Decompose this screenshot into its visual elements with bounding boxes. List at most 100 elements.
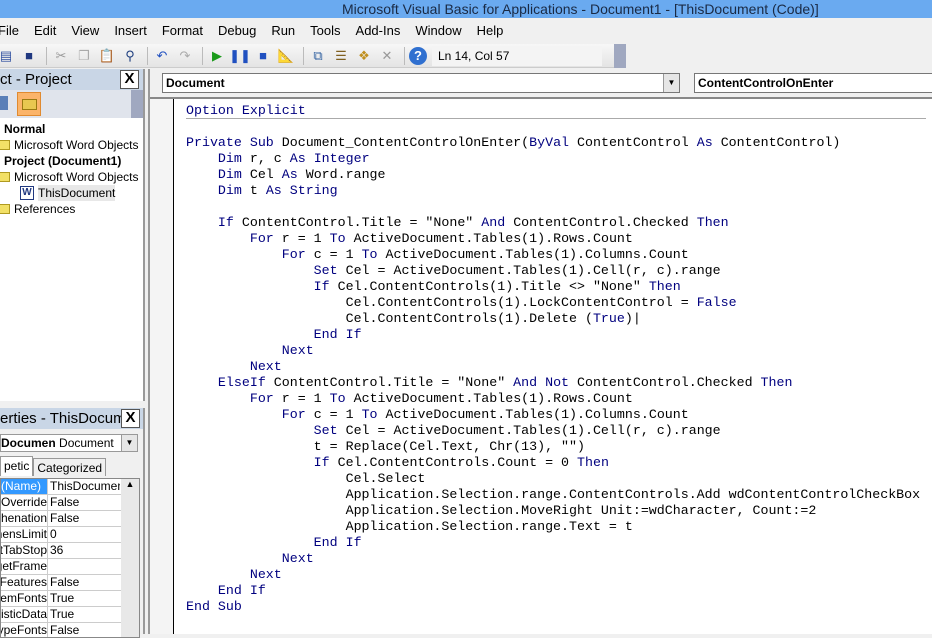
code-text-segment bbox=[186, 167, 218, 182]
code-keyword: If bbox=[313, 279, 338, 294]
property-value[interactable]: ThisDocument bbox=[48, 479, 120, 494]
toolbox-icon[interactable]: ✕ bbox=[377, 47, 397, 65]
code-text-segment: ContentControl.Checked bbox=[577, 375, 761, 390]
property-row[interactable]: DefaultTargetFrame bbox=[1, 559, 139, 575]
menu-window[interactable]: Window bbox=[415, 23, 461, 38]
code-keyword: End If bbox=[313, 327, 362, 342]
tree-node[interactable]: References bbox=[0, 201, 143, 217]
code-text-segment: Application.Selection.range.ContentContr… bbox=[186, 487, 921, 502]
menu-insert[interactable]: Insert bbox=[114, 23, 147, 38]
toolbar-separator bbox=[404, 46, 405, 65]
toggle-folders-icon[interactable] bbox=[17, 92, 41, 116]
property-value[interactable]: 36 bbox=[48, 543, 120, 558]
code-keyword: To bbox=[361, 247, 386, 262]
code-line: End If bbox=[186, 327, 926, 343]
menu-debug[interactable]: Debug bbox=[218, 23, 256, 38]
property-row[interactable]: AutoFormatOverrideFalse bbox=[1, 495, 139, 511]
property-row[interactable]: DefaultTabStop36 bbox=[1, 543, 139, 559]
margin-indicator-bar[interactable] bbox=[150, 99, 174, 634]
property-name: DefaultTargetFrame bbox=[1, 559, 48, 574]
tree-node[interactable]: Microsoft Word Objects bbox=[0, 169, 143, 185]
run-icon[interactable]: ▶ bbox=[207, 47, 227, 65]
code-line: Next bbox=[186, 359, 926, 375]
property-value[interactable]: False bbox=[48, 623, 120, 637]
redo-icon[interactable]: ↷ bbox=[175, 47, 195, 65]
undo-icon[interactable]: ↶ bbox=[152, 47, 172, 65]
property-row[interactable]: ConsecutiveHyphensLimit0 bbox=[1, 527, 139, 543]
property-value[interactable]: False bbox=[48, 495, 120, 510]
view-object-icon[interactable] bbox=[0, 96, 8, 110]
object-selector[interactable]: Documen Document ▼ bbox=[0, 434, 138, 452]
property-name: EmbedTrueTypeFonts bbox=[1, 623, 48, 637]
tree-node-label: Normal bbox=[4, 122, 46, 136]
code-text-segment: Cel = ActiveDocument.Tables(1).Cell(r, c… bbox=[345, 423, 721, 438]
view-word-icon[interactable]: ▤ bbox=[0, 47, 16, 65]
tab-categorized[interactable]: Categorized bbox=[33, 458, 107, 476]
code-line: Application.Selection.range.ContentContr… bbox=[186, 487, 926, 503]
code-text-segment bbox=[186, 423, 314, 438]
cut-icon[interactable]: ✂ bbox=[51, 47, 71, 65]
toolbar-options-button[interactable] bbox=[614, 44, 626, 68]
help-icon[interactable]: ? bbox=[409, 46, 427, 65]
property-row[interactable]: DisableFeaturesFalse bbox=[1, 575, 139, 591]
properties-icon[interactable]: ☰ bbox=[331, 47, 351, 65]
code-text[interactable]: Option Explicit Private Sub Document_Con… bbox=[186, 103, 926, 615]
property-name: AutoHyphenation bbox=[1, 511, 48, 526]
property-value[interactable]: False bbox=[48, 511, 120, 526]
code-text-segment: ContentControl bbox=[577, 135, 697, 150]
find-icon[interactable]: ⚲ bbox=[120, 47, 140, 65]
property-value[interactable] bbox=[48, 559, 120, 574]
property-row[interactable]: EmbedTrueTypeFontsFalse bbox=[1, 623, 139, 637]
property-row[interactable]: DoNotEmbedSystemFontsTrue bbox=[1, 591, 139, 607]
tree-node[interactable]: W ThisDocument bbox=[0, 185, 143, 201]
code-keyword: Then bbox=[696, 215, 729, 230]
tree-node[interactable]: Normal bbox=[0, 121, 143, 137]
project-explorer-icon[interactable]: ⧉ bbox=[308, 47, 328, 65]
menu-tools[interactable]: Tools bbox=[310, 23, 340, 38]
standard-toolbar: ▤ ■ ✂ ❐ 📋 ⚲ ↶ ↷ ▶ ❚❚ ■ 📐 ⧉ ☰ ❖ ✕? Ln 14, Col 57 bbox=[0, 44, 626, 68]
menu-format[interactable]: Format bbox=[162, 23, 203, 38]
menu-run[interactable]: Run bbox=[271, 23, 295, 38]
copy-icon[interactable]: ❐ bbox=[74, 47, 94, 65]
code-text-segment bbox=[186, 183, 218, 198]
scroll-grip[interactable] bbox=[131, 90, 143, 118]
menu-help[interactable]: Help bbox=[477, 23, 504, 38]
code-text-segment: ContentControl.Title = "None" bbox=[273, 375, 514, 390]
menu-add-ins[interactable]: Add-Ins bbox=[356, 23, 401, 38]
menu-edit[interactable]: Edit bbox=[34, 23, 56, 38]
object-combo[interactable]: Document ▼ bbox=[162, 73, 680, 93]
break-icon[interactable]: ❚❚ bbox=[229, 47, 251, 65]
code-text-segment: Cel bbox=[249, 167, 282, 182]
tab-alphabetic[interactable]: petic bbox=[0, 456, 34, 476]
code-text-segment: ContentControl.Title = "None" bbox=[241, 215, 482, 230]
code-line: Cel.Select bbox=[186, 471, 926, 487]
menu-file[interactable]: File bbox=[0, 23, 19, 38]
tree-node[interactable]: Project (Document1) bbox=[0, 153, 143, 169]
code-text-segment bbox=[186, 359, 250, 374]
chevron-down-icon[interactable]: ▼ bbox=[663, 74, 679, 92]
property-value[interactable]: True bbox=[48, 591, 120, 606]
code-editor[interactable]: Option Explicit Private Sub Document_Con… bbox=[150, 97, 932, 634]
property-value[interactable]: False bbox=[48, 575, 120, 590]
close-icon[interactable]: X bbox=[120, 70, 139, 89]
paste-icon[interactable]: 📋 bbox=[97, 47, 117, 65]
menu-view[interactable]: View bbox=[71, 23, 99, 38]
close-icon[interactable]: X bbox=[121, 409, 140, 428]
tree-node[interactable]: Microsoft Word Objects bbox=[0, 137, 143, 153]
save-icon[interactable]: ■ bbox=[19, 47, 39, 65]
chevron-down-icon[interactable]: ▼ bbox=[121, 435, 137, 451]
scrollbar[interactable]: ▲ bbox=[121, 479, 139, 637]
code-text-segment: ContentControl) bbox=[720, 135, 841, 150]
code-text-segment: t = Replace(Cel.Text, Chr(13), "") bbox=[186, 439, 585, 454]
scroll-up-icon[interactable]: ▲ bbox=[121, 479, 139, 489]
procedure-combo[interactable]: ContentControlOnEnter bbox=[694, 73, 932, 93]
design-mode-icon[interactable]: 📐 bbox=[276, 47, 296, 65]
property-row[interactable]: EmbedLinguisticDataTrue bbox=[1, 607, 139, 623]
property-value[interactable]: True bbox=[48, 607, 120, 622]
reset-icon[interactable]: ■ bbox=[253, 47, 273, 65]
code-window: Document ▼ ContentControlOnEnter Option E… bbox=[148, 69, 932, 634]
property-row[interactable]: AutoHyphenationFalse bbox=[1, 511, 139, 527]
property-row[interactable]: (Name) ThisDocument bbox=[1, 479, 139, 495]
property-value[interactable]: 0 bbox=[48, 527, 120, 542]
object-browser-icon[interactable]: ❖ bbox=[354, 47, 374, 65]
